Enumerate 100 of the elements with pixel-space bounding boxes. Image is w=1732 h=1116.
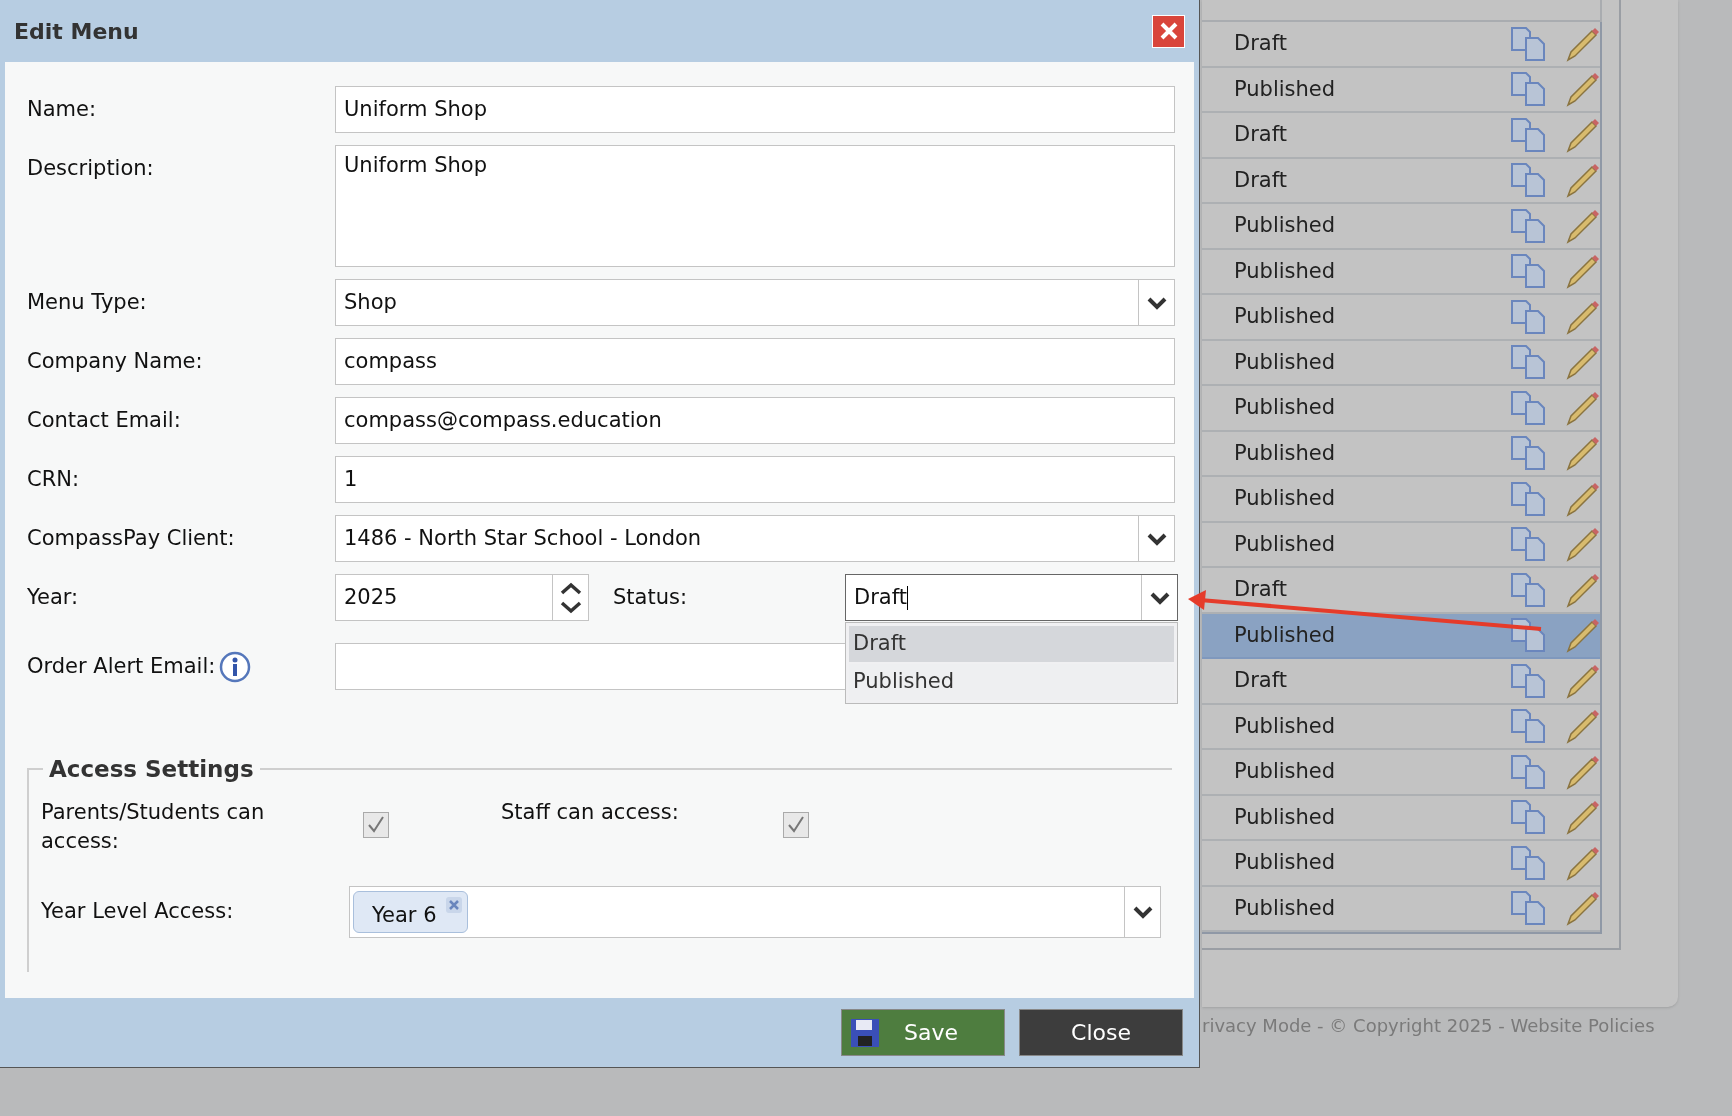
list-row[interactable]: Draft (1202, 113, 1600, 159)
status-text: Published (1234, 348, 1337, 376)
list-row[interactable]: Published (1202, 67, 1600, 113)
status-text: Published (1234, 212, 1337, 239)
list-row[interactable]: Draft (1202, 659, 1600, 705)
pencil-icon[interactable] (1564, 298, 1600, 335)
year-spinner-field[interactable]: 2025 (335, 574, 589, 621)
field-label: Company Name: (27, 348, 204, 375)
copy-icon[interactable] (1510, 71, 1546, 108)
status-text: Draft (1234, 121, 1288, 148)
close-icon[interactable] (1152, 14, 1185, 48)
pencil-icon[interactable] (1564, 571, 1600, 608)
list-row[interactable]: Draft (1202, 158, 1600, 204)
status-select-field[interactable]: Draft (845, 574, 1178, 621)
pencil-icon[interactable] (1564, 389, 1600, 426)
pencil-icon[interactable] (1564, 162, 1600, 199)
copy-icon[interactable] (1510, 389, 1546, 426)
list-row[interactable]: Published (1202, 340, 1600, 386)
status-text: Published (1234, 394, 1337, 421)
field-label: Parents/Students can access: (41, 799, 266, 855)
pencil-icon[interactable] (1564, 253, 1600, 290)
close-button[interactable]: Close (1019, 1009, 1183, 1056)
field-label: Staff can access: (501, 799, 680, 826)
list-row[interactable]: Draft (1202, 22, 1600, 68)
copy-icon[interactable] (1510, 298, 1546, 335)
copy-icon[interactable] (1510, 253, 1546, 290)
list-row[interactable]: Published (1202, 522, 1600, 568)
status-text: Published (1234, 758, 1337, 785)
status-text: Published (1234, 894, 1337, 922)
status-text: Published (1234, 257, 1337, 285)
pencil-icon[interactable] (1564, 526, 1600, 563)
copy-icon[interactable] (1510, 571, 1546, 608)
copy-icon[interactable] (1510, 207, 1546, 244)
copy-icon[interactable] (1510, 526, 1546, 563)
copy-icon[interactable] (1510, 844, 1546, 881)
input-field[interactable]: compass (335, 338, 1175, 385)
list-row[interactable]: Published (1202, 613, 1600, 659)
dropdown-chevron-icon (1146, 531, 1167, 546)
multiselect-field[interactable]: Year 6 (349, 886, 1161, 938)
list-row[interactable]: Published (1202, 704, 1600, 750)
input-field[interactable]: Uniform Shop (335, 86, 1175, 133)
list-row[interactable]: Published (1202, 431, 1600, 477)
pencil-icon[interactable] (1564, 617, 1600, 654)
pencil-icon[interactable] (1564, 844, 1600, 881)
textarea-field[interactable]: Uniform Shop (335, 145, 1175, 267)
pencil-icon[interactable] (1564, 799, 1600, 836)
input-field[interactable]: compass@compass.education (335, 397, 1175, 444)
pencil-icon[interactable] (1564, 116, 1600, 153)
checkbox[interactable] (363, 812, 389, 838)
list-row[interactable]: Published (1202, 795, 1600, 841)
remove-icon[interactable] (444, 896, 463, 914)
status-text: Published (1234, 849, 1337, 876)
pencil-icon[interactable] (1564, 662, 1600, 699)
checkbox[interactable] (783, 812, 809, 838)
copy-icon[interactable] (1510, 480, 1546, 517)
field-label: Menu Type: (27, 289, 148, 316)
pencil-icon[interactable] (1564, 890, 1600, 927)
copy-icon[interactable] (1510, 890, 1546, 927)
copy-icon[interactable] (1510, 753, 1546, 790)
input-field[interactable]: 1 (335, 456, 1175, 503)
copy-icon[interactable] (1510, 799, 1546, 836)
pencil-icon[interactable] (1564, 344, 1600, 381)
list-row[interactable]: Published (1202, 249, 1600, 295)
field-label: Year Level Access: (41, 898, 235, 926)
dropdown-option[interactable]: Draft (849, 626, 1174, 662)
field-label: Year: (27, 584, 80, 611)
copy-icon[interactable] (1510, 662, 1546, 699)
pencil-icon[interactable] (1564, 71, 1600, 108)
list-row[interactable]: Published (1202, 386, 1600, 432)
list-row[interactable]: Published (1202, 886, 1600, 932)
copy-icon[interactable] (1510, 116, 1546, 153)
pencil-icon[interactable] (1564, 207, 1600, 244)
copy-icon[interactable] (1510, 344, 1546, 381)
status-text: Draft (1234, 166, 1288, 194)
info-icon[interactable] (219, 650, 252, 683)
status-text: Published (1234, 75, 1337, 103)
footer-text: rivacy Mode - © Copyright 2025 - Website Policies (1202, 1013, 1655, 1038)
tag-chip[interactable]: Year 6 (353, 891, 468, 933)
field-label: Contact Email: (27, 407, 182, 434)
dropdown-chevron-icon (1146, 295, 1167, 310)
pencil-icon[interactable] (1564, 435, 1600, 472)
list-row[interactable]: Published (1202, 295, 1600, 341)
copy-icon[interactable] (1510, 162, 1546, 199)
copy-icon[interactable] (1510, 25, 1546, 62)
list-row[interactable]: Published (1202, 750, 1600, 796)
pencil-icon[interactable] (1564, 25, 1600, 62)
pencil-icon[interactable] (1564, 480, 1600, 517)
pencil-icon[interactable] (1564, 753, 1600, 790)
copy-icon[interactable] (1510, 617, 1546, 654)
select-field[interactable]: Shop (335, 279, 1175, 326)
status-text: Published (1234, 621, 1337, 649)
field-label: Order Alert Email: (27, 652, 216, 680)
save-button[interactable]: Save (841, 1009, 1005, 1056)
pencil-icon[interactable] (1564, 708, 1600, 745)
list-row[interactable]: Published (1202, 204, 1600, 250)
copy-icon[interactable] (1510, 708, 1546, 745)
select-field[interactable]: 1486 - North Star School - London (335, 515, 1175, 562)
copy-icon[interactable] (1510, 435, 1546, 472)
list-row[interactable]: Published (1202, 477, 1600, 523)
list-row[interactable]: Published (1202, 841, 1600, 887)
